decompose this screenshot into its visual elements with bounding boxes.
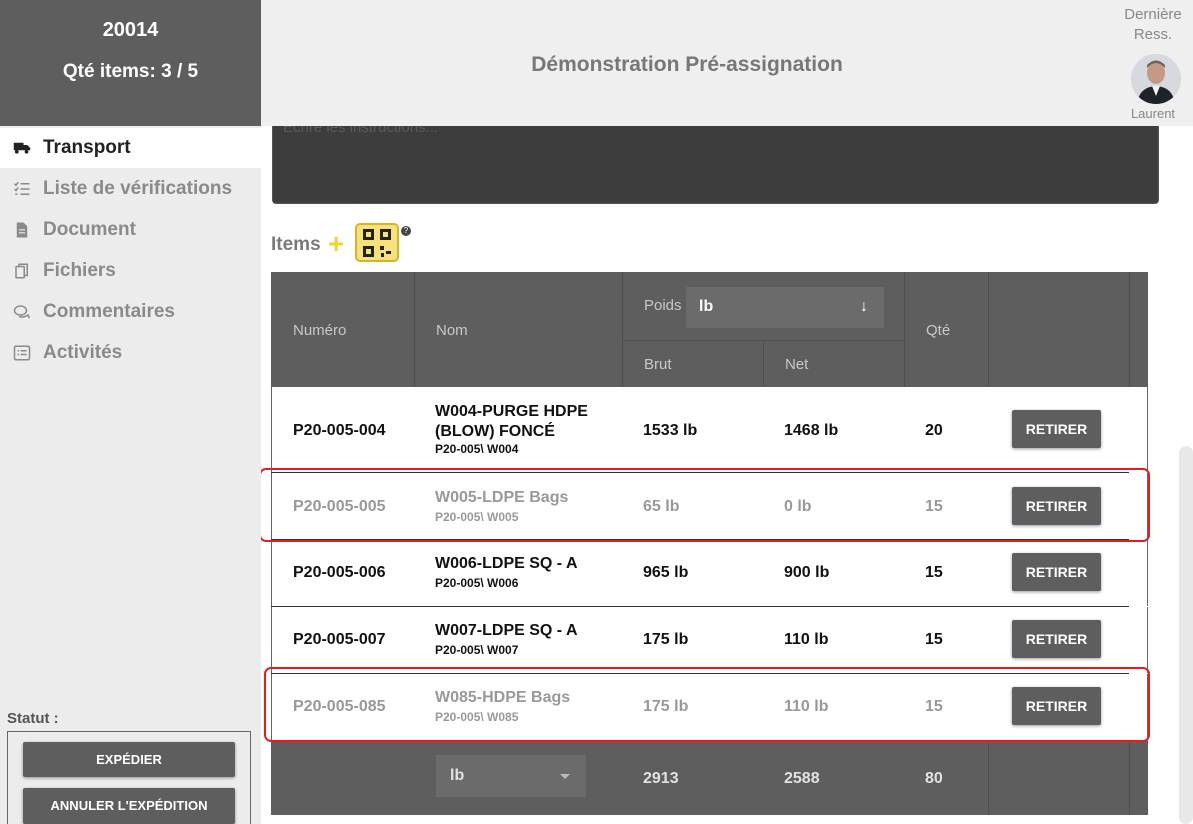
sidebar-item-activities[interactable]: Activités [0, 333, 261, 373]
remove-item-button[interactable]: RETIRER [1012, 620, 1101, 658]
last-resource-label: Dernière Ress. [1124, 6, 1182, 43]
highlight-box [264, 667, 1150, 742]
page-header: Démonstration Pré-assignation Dernière R… [261, 0, 1193, 126]
shipment-number: 20014 [102, 19, 159, 41]
header-brut: Brut [644, 356, 672, 373]
sidebar-item-label: Liste de vérifications [43, 178, 233, 199]
row-numero: P20-005-007 [293, 631, 386, 648]
total-net: 2588 [784, 770, 820, 787]
table-row: P20-005-006 W006-LDPE SQ - A P20-005\ W0… [271, 540, 1148, 606]
row-nom: W006-LDPE SQ - A [435, 555, 578, 572]
items-quantity: Qté items: 3 / 5 [62, 61, 199, 82]
remove-item-button[interactable]: RETIRER [1012, 410, 1101, 448]
weight-unit-value: lb [699, 298, 714, 315]
avatar[interactable] [1131, 54, 1181, 104]
instructions-placeholder: Écrire les instructions... [283, 126, 439, 136]
table-header: Numéro Nom Poids lb ↓ Brut Net Qté [271, 272, 1148, 387]
highlight-box [261, 468, 1150, 542]
shipment-summary: 20014 Qté items: 3 / 5 [0, 0, 261, 126]
header-qte: Qté [926, 322, 951, 339]
ship-button[interactable]: EXPÉDIER [23, 742, 235, 777]
sidebar-item-document[interactable]: Document [0, 210, 261, 250]
files-icon [0, 262, 43, 280]
comments-icon [0, 303, 43, 321]
row-brut: 965 lb [643, 564, 689, 581]
row-numero: P20-005-004 [293, 422, 386, 439]
row-code: P20-005\ W004 [435, 442, 519, 456]
main-content: Écrire les instructions... Items + ? Num… [261, 126, 1193, 824]
page-title: Démonstration Pré-assignation [531, 53, 843, 76]
sort-arrow-icon: ↓ [860, 298, 868, 315]
sidebar-item-label: Fichiers [43, 260, 116, 281]
help-icon[interactable]: ? [401, 226, 411, 236]
activities-icon [0, 344, 43, 362]
row-qte: 20 [925, 422, 943, 439]
row-net: 1468 lb [784, 422, 839, 439]
total-brut: 2913 [643, 770, 679, 787]
avatar-image [1131, 54, 1181, 104]
table-footer: lb 2913 2588 80 [271, 741, 1148, 815]
row-qte: 15 [925, 564, 943, 581]
caret-down-icon [560, 774, 570, 779]
row-code: P20-005\ W007 [435, 643, 519, 657]
add-item-icon[interactable]: + [328, 230, 344, 258]
truck-icon [0, 139, 43, 157]
header-nom: Nom [436, 322, 468, 339]
status-label: Statut : [7, 710, 59, 727]
sidebar: Transport Liste de vérifications Documen… [0, 126, 261, 824]
checklist-icon [0, 180, 43, 198]
header-numero: Numéro [293, 322, 347, 339]
table-row: P20-005-007 W007-LDPE SQ - A P20-005\ W0… [271, 607, 1148, 673]
sidebar-item-checklist[interactable]: Liste de vérifications [0, 169, 261, 209]
sidebar-item-label: Transport [43, 137, 131, 158]
user-name: Laurent [1130, 106, 1176, 121]
cancel-shipment-button[interactable]: ANNULER L'EXPÉDITION [23, 788, 235, 824]
row-numero: P20-005-006 [293, 564, 386, 581]
header-poids: Poids [644, 297, 682, 314]
remove-item-button[interactable]: RETIRER [1012, 553, 1101, 591]
total-unit-select[interactable]: lb [436, 755, 586, 797]
sidebar-item-comments[interactable]: Commentaires [0, 292, 261, 332]
total-unit-value: lb [450, 767, 465, 784]
document-icon [0, 221, 43, 239]
sidebar-item-files[interactable]: Fichiers [0, 251, 261, 291]
items-title: Items [271, 234, 321, 255]
scrollbar[interactable] [1179, 446, 1193, 824]
sidebar-item-transport[interactable]: Transport [0, 128, 261, 168]
sidebar-item-label: Document [43, 219, 136, 240]
weight-unit-select[interactable]: lb ↓ [686, 287, 884, 328]
table-row: P20-005-004 W004-PURGE HDPE (BLOW) FONCÉ… [271, 387, 1148, 472]
user-block[interactable]: Dernière Ress. Laurent [1113, 0, 1193, 126]
sidebar-item-label: Activités [43, 342, 123, 363]
row-net: 900 lb [784, 564, 830, 581]
header-net: Net [785, 356, 809, 373]
row-nom: W007-LDPE SQ - A [435, 622, 578, 639]
qr-code-icon[interactable] [355, 223, 399, 262]
row-net: 110 lb [784, 631, 829, 648]
sidebar-item-label: Commentaires [43, 301, 175, 322]
row-code: P20-005\ W006 [435, 576, 519, 590]
row-brut: 1533 lb [643, 422, 698, 439]
total-qte: 80 [925, 770, 943, 787]
instructions-textarea[interactable]: Écrire les instructions... [272, 126, 1159, 204]
row-brut: 175 lb [643, 631, 689, 648]
row-nom: W004-PURGE HDPE (BLOW) FONCÉ [435, 403, 588, 440]
row-qte: 15 [925, 631, 943, 648]
